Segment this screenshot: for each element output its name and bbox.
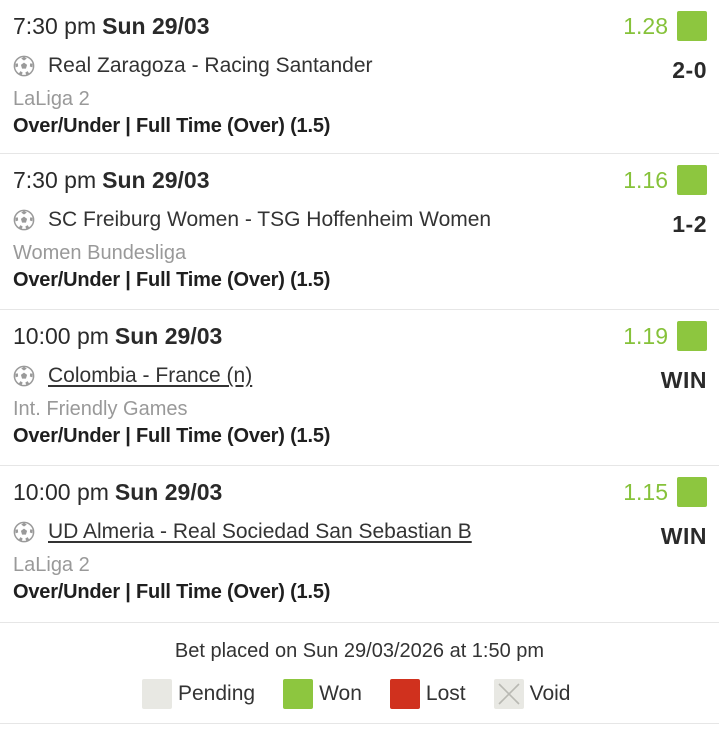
- pending-swatch: [142, 679, 172, 709]
- soccer-ball-icon: [13, 521, 35, 543]
- status-indicator: [677, 165, 707, 195]
- league-name: Int. Friendly Games: [13, 398, 188, 420]
- bet-placed-text: Bet placed on Sun 29/03/2026 at 1:50 pm: [174, 640, 545, 662]
- match-result: 2-0: [672, 57, 707, 83]
- league-name: Women Bundesliga: [13, 242, 187, 264]
- bet-row-3: 10:00 pm Sun 29/03 1.19 Colombia - France…: [0, 310, 719, 466]
- legend-pending-label: Pending: [178, 682, 256, 705]
- soccer-ball-icon: [13, 209, 35, 231]
- lost-swatch: [389, 679, 420, 709]
- bet-slip: 7:30 pm Sun 29/03 1.28 Real Zaragoza - Ra…: [0, 0, 719, 724]
- void-swatch: [493, 679, 524, 709]
- odds-value: 1.15: [623, 479, 668, 505]
- status-legend: Pending Won Lost Void: [142, 679, 570, 709]
- bet-market: Over/Under | Full Time (Over) (1.5): [13, 581, 331, 603]
- match-result: 1-2: [672, 211, 707, 237]
- kickoff-time: 10:00 pm: [13, 479, 109, 505]
- league-name: LaLiga 2: [13, 88, 90, 110]
- status-indicator: [677, 11, 707, 41]
- soccer-ball-icon: [13, 55, 35, 77]
- kickoff: 10:00 pm Sun 29/03: [13, 478, 222, 506]
- legend-won: Won: [283, 679, 362, 709]
- kickoff-time: 10:00 pm: [13, 323, 109, 349]
- match-teams: Real Zaragoza - Racing Santander: [48, 54, 373, 77]
- match-link[interactable]: UD Almeria - Real Sociedad San Sebastian…: [48, 518, 472, 546]
- status-indicator: [677, 321, 707, 351]
- match-result: WIN: [660, 367, 707, 393]
- legend-void-label: Void: [529, 682, 571, 705]
- kickoff: 10:00 pm Sun 29/03: [13, 322, 222, 350]
- odds-value: 1.28: [623, 13, 668, 39]
- status-indicator: [677, 477, 707, 507]
- bet-market: Over/Under | Full Time (Over) (1.5): [13, 269, 331, 291]
- legend-pending: Pending: [142, 679, 255, 709]
- legend-won-label: Won: [319, 682, 362, 705]
- kickoff-date: Sun 29/03: [114, 479, 223, 505]
- bet-row-2: 7:30 pm Sun 29/03 1.16 SC Freiburg Women …: [0, 154, 719, 310]
- match-link[interactable]: Colombia - France (n): [48, 362, 252, 390]
- kickoff: 7:30 pm Sun 29/03: [13, 12, 210, 40]
- match-teams: SC Freiburg Women - TSG Hoffenheim Women: [48, 208, 492, 231]
- kickoff-date: Sun 29/03: [102, 167, 210, 193]
- legend-lost-label: Lost: [425, 682, 466, 705]
- match: Colombia - France (n): [13, 362, 252, 390]
- legend-void: Void: [493, 679, 571, 709]
- bet-row-1: 7:30 pm Sun 29/03 1.28 Real Zaragoza - Ra…: [0, 0, 719, 154]
- league-name: LaLiga 2: [13, 554, 90, 576]
- odds-value: 1.19: [623, 323, 668, 349]
- x-icon: [498, 683, 520, 705]
- match: Real Zaragoza - Racing Santander: [13, 52, 373, 80]
- kickoff: 7:30 pm Sun 29/03: [13, 166, 210, 194]
- bet-market: Over/Under | Full Time (Over) (1.5): [13, 115, 331, 137]
- kickoff-date: Sun 29/03: [114, 323, 223, 349]
- bet-market: Over/Under | Full Time (Over) (1.5): [13, 425, 331, 447]
- won-swatch: [283, 679, 314, 709]
- match: SC Freiburg Women - TSG Hoffenheim Women: [13, 206, 491, 234]
- kickoff-time: 7:30 pm: [13, 13, 97, 39]
- legend-lost: Lost: [389, 679, 466, 709]
- kickoff-date: Sun 29/03: [102, 13, 210, 39]
- bet-list: 7:30 pm Sun 29/03 1.28 Real Zaragoza - Ra…: [0, 0, 719, 623]
- kickoff-time: 7:30 pm: [13, 167, 97, 193]
- match-result: WIN: [660, 523, 707, 549]
- match: UD Almeria - Real Sociedad San Sebastian…: [13, 518, 472, 546]
- bet-footer: Bet placed on Sun 29/03/2026 at 1:50 pm …: [0, 623, 719, 724]
- soccer-ball-icon: [13, 365, 35, 387]
- odds-value: 1.16: [623, 167, 668, 193]
- bet-row-4: 10:00 pm Sun 29/03 1.15 UD Almeria - Real…: [0, 466, 719, 623]
